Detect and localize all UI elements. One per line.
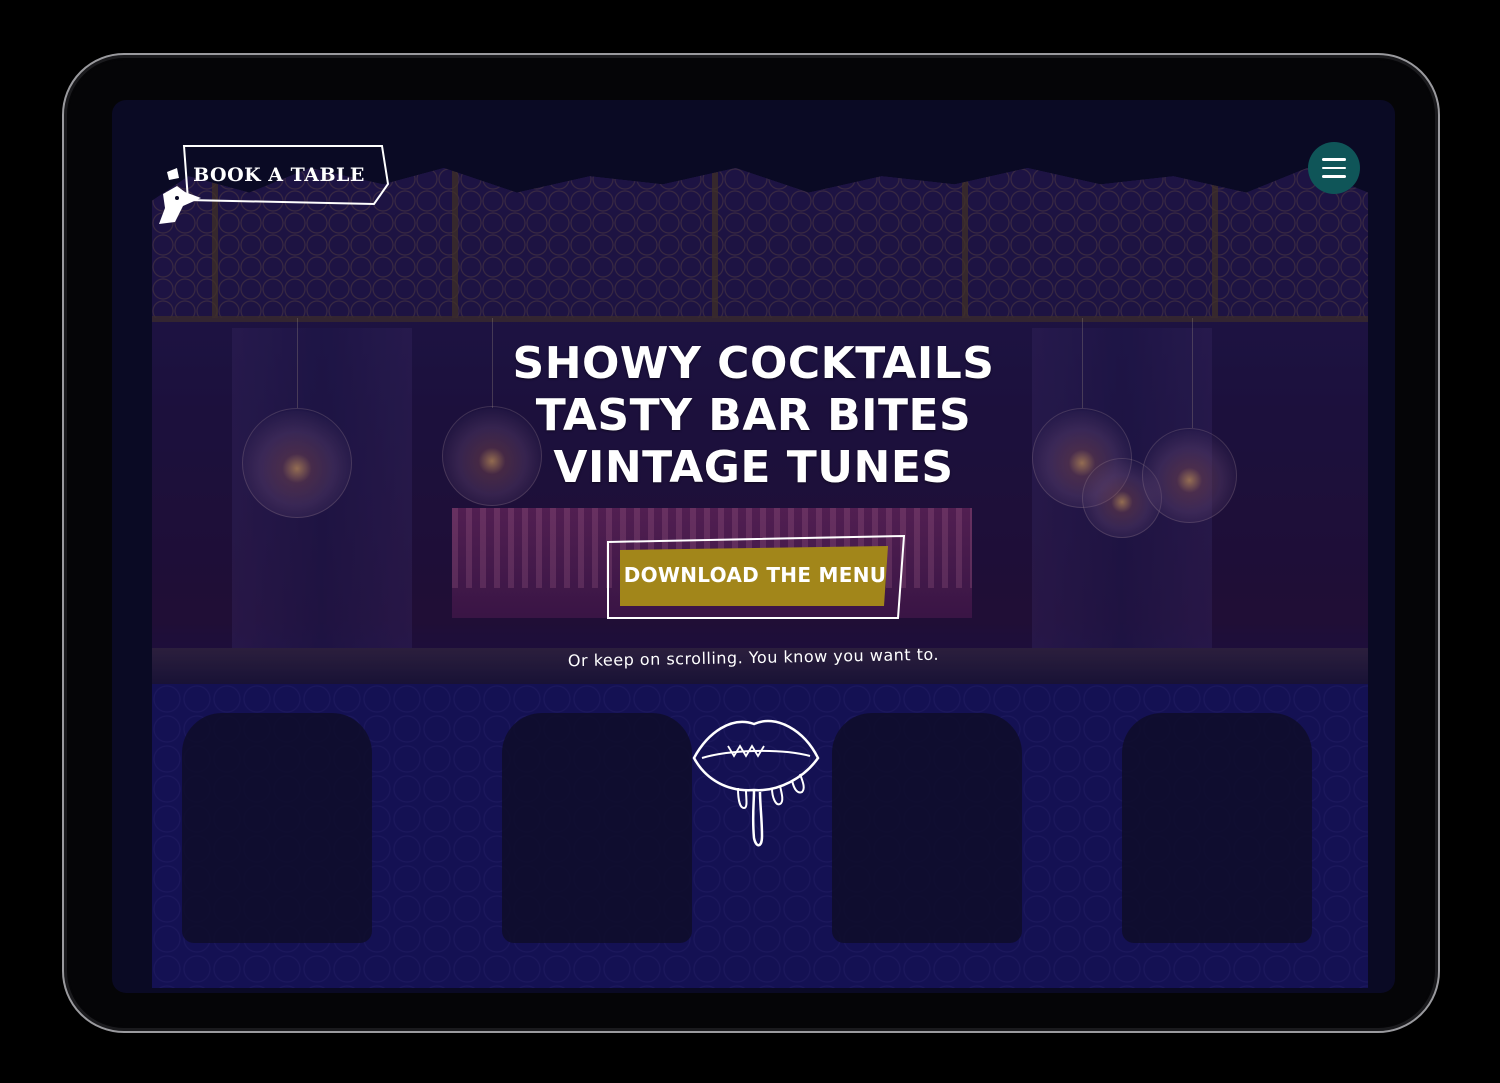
hero-line-1: SHOWY COCKTAILS bbox=[512, 338, 995, 389]
website-screen: BOOK A TABLE SHOWY COCKTAILS TASTY BAR B… bbox=[112, 100, 1395, 993]
hamburger-menu-icon[interactable] bbox=[1308, 142, 1360, 194]
download-menu-button[interactable]: DOWNLOAD THE MENU bbox=[606, 534, 906, 622]
download-menu-label: DOWNLOAD THE MENU bbox=[623, 563, 887, 587]
hero-headline: SHOWY COCKTAILS TASTY BAR BITES VINTAGE … bbox=[112, 338, 1395, 494]
book-a-table-label: BOOK A TABLE bbox=[193, 164, 365, 186]
hero-line-3: VINTAGE TUNES bbox=[553, 442, 954, 493]
hero-line-2: TASTY BAR BITES bbox=[535, 390, 972, 441]
biting-lips-icon[interactable] bbox=[688, 708, 822, 854]
book-a-table-button[interactable]: BOOK A TABLE bbox=[182, 144, 390, 206]
